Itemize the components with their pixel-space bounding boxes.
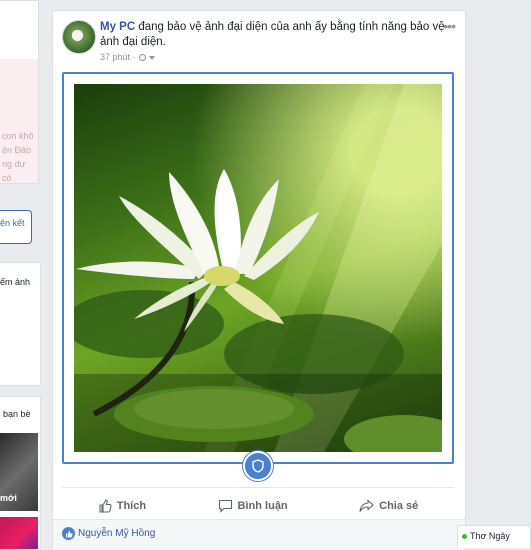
like-button[interactable]: Thích: [98, 499, 146, 513]
chat-contact-name: Thơ Ngây: [470, 531, 510, 541]
left-card-top: con khô ện Đảo ng dự có: [0, 0, 39, 184]
profile-guard-shield-icon: [243, 451, 273, 481]
thumbs-up-icon: [99, 499, 112, 513]
profile-photo-frame: [62, 72, 454, 464]
left-card-middle-text: ếm ảnh: [0, 277, 31, 287]
lotus-photo[interactable]: [74, 84, 442, 452]
author-name-link[interactable]: My PC: [100, 21, 135, 33]
left-faded-text-2: ện Đảo: [2, 145, 32, 155]
like-label: Thích: [116, 500, 147, 512]
share-button[interactable]: Chia sẻ: [359, 499, 418, 513]
shield-icon: [252, 459, 264, 473]
post-text: đang bảo vệ ảnh đại diện của anh ấy bằng…: [100, 21, 445, 48]
author-avatar[interactable]: [62, 20, 96, 54]
left-friends-label: bạn bè: [3, 409, 31, 419]
reaction-summary: Nguyễn Mỹ Hồng: [53, 519, 465, 550]
chat-tab[interactable]: Thơ Ngây: [457, 525, 531, 548]
online-status-dot: [462, 534, 467, 539]
left-card-top-banner: con khô ện Đảo ng dự có: [0, 59, 38, 183]
left-card-middle: ếm ảnh: [0, 262, 41, 386]
left-column: con khô ện Đảo ng dự có ên kết ếm ảnh bạ…: [0, 0, 41, 550]
chevron-down-icon[interactable]: [149, 55, 156, 60]
globe-icon[interactable]: [139, 54, 147, 62]
left-friend-thumbnail-2[interactable]: [0, 517, 38, 549]
comment-button[interactable]: Bình luận: [218, 499, 288, 513]
left-thumbnail-caption: mới: [0, 493, 17, 503]
left-friend-thumbnail[interactable]: mới: [0, 433, 38, 511]
comment-icon: [218, 499, 232, 513]
left-faded-text-3: ng dự: [2, 159, 26, 169]
lotus-illustration: [74, 84, 442, 452]
water: [74, 374, 442, 452]
more-dots-icon[interactable]: •••: [443, 18, 456, 34]
post-header: My PC đang bảo vệ ảnh đại diện của anh ấ…: [100, 20, 445, 50]
comment-label: Bình luận: [237, 500, 288, 512]
left-faded-text-4: có: [2, 173, 12, 183]
share-label: Chia sẻ: [379, 500, 419, 512]
reactor-name-link[interactable]: Nguyễn Mỹ Hồng: [78, 528, 155, 539]
left-card-friends: bạn bè mới: [0, 396, 41, 550]
post-meta: 37 phút ·: [100, 52, 156, 62]
feed-post: My PC đang bảo vệ ảnh đại diện của anh ấ…: [52, 10, 466, 550]
left-link-button[interactable]: ên kết: [0, 210, 32, 244]
left-faded-text-1: con khô: [2, 131, 34, 141]
share-icon: [359, 499, 374, 512]
left-link-button-label: ên kết: [0, 218, 25, 228]
post-actions: Thích Bình luận Chia sẻ: [62, 487, 454, 520]
post-timestamp[interactable]: 37 phút: [100, 52, 130, 62]
like-reaction-icon: [62, 527, 75, 540]
meta-separator: ·: [132, 52, 136, 62]
thumbs-up-icon: [65, 530, 73, 537]
